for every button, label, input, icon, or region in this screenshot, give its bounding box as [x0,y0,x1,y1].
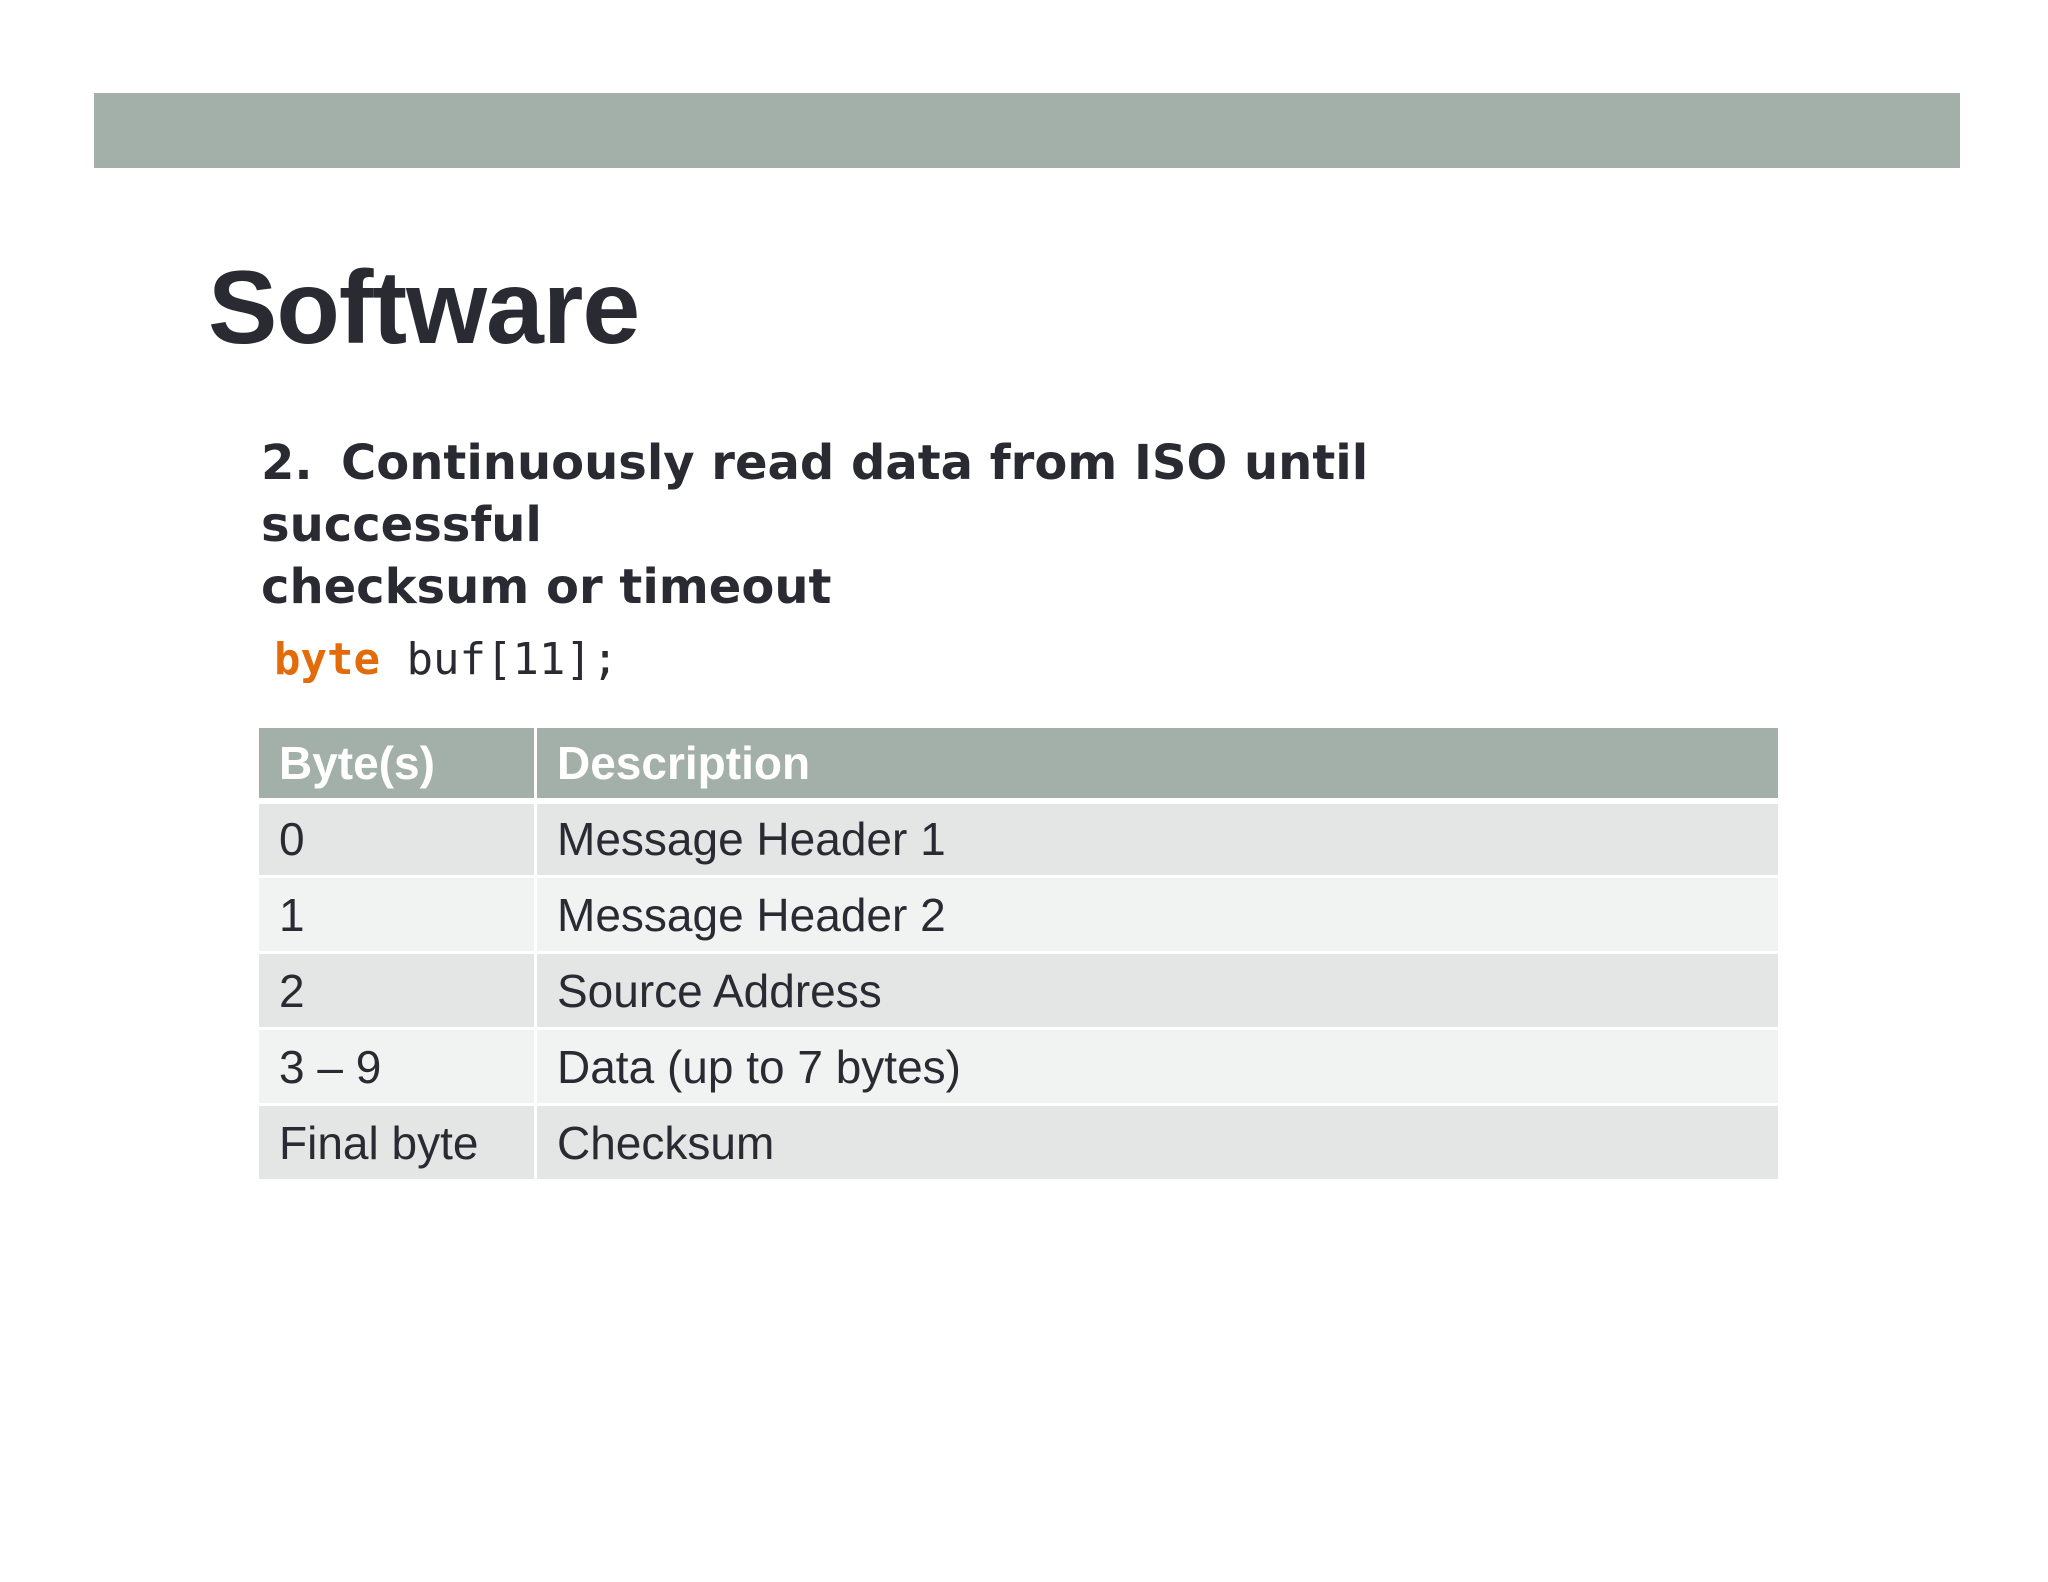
cell-byte: 3 – 9 [256,1027,537,1106]
cell-byte: Final byte [256,1103,537,1182]
table-row: 2 Source Address [256,951,1781,1030]
header-description: Description [534,725,1781,802]
cell-description: Data (up to 7 bytes) [534,1027,1781,1106]
cell-description: Source Address [534,951,1781,1030]
header-accent-bar [94,93,1960,168]
cell-byte: 2 [256,951,537,1030]
table-row: 0 Message Header 1 [256,799,1781,878]
step-description: 2. Continuously read data from ISO until … [261,432,1661,618]
step-number: 2. [261,435,313,491]
step-text-line1: Continuously read data from ISO until su… [261,435,1369,553]
code-keyword: byte [274,634,380,685]
step-text-line2: checksum or timeout [261,559,832,615]
table-row: Final byte Checksum [256,1103,1781,1182]
header-bytes: Byte(s) [256,725,537,802]
table-row: 1 Message Header 2 [256,875,1781,954]
cell-description: Message Header 1 [534,799,1781,878]
cell-description: Message Header 2 [534,875,1781,954]
cell-description: Checksum [534,1103,1781,1182]
table-header-row: Byte(s) Description [256,725,1781,802]
code-declaration: buf[11]; [379,634,619,685]
table-row: 3 – 9 Data (up to 7 bytes) [256,1027,1781,1106]
code-snippet: byte buf[11]; [274,630,618,690]
slide-title: Software [208,250,640,366]
cell-byte: 0 [256,799,537,878]
cell-byte: 1 [256,875,537,954]
byte-layout-table: Byte(s) Description 0 Message Header 1 1… [256,725,1781,1182]
